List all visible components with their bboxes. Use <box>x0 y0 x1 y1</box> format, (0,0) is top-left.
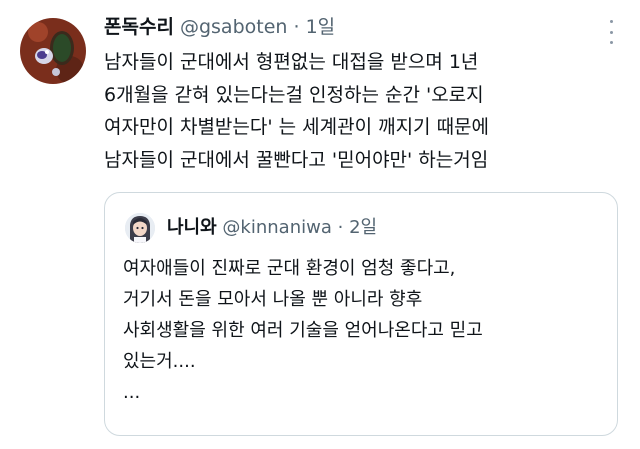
timestamp[interactable]: 1일 <box>306 16 336 38</box>
quoted-user-handle[interactable]: @kinnaniwa <box>222 217 331 238</box>
tweet-header: 폰독수리 @gsaboten · 1일 <box>104 13 580 41</box>
quoted-tweet[interactable]: 나니와 @kinnaniwa · 2일 여자애들이 진짜로 군대 환경이 엄청 … <box>104 192 618 436</box>
separator-dot: · <box>293 16 300 38</box>
tweet[interactable]: 폰독수리 @gsaboten · 1일 남자들이 군대에서 형편없는 대접을 받… <box>0 0 640 449</box>
more-dot-icon <box>609 30 613 34</box>
quoted-display-name[interactable]: 나니와 <box>167 217 217 238</box>
display-name[interactable]: 폰독수리 <box>104 16 174 38</box>
more-dot-icon <box>609 20 613 23</box>
cactus-avatar-icon[interactable] <box>20 18 86 84</box>
quoted-tweet-text: 여자애들이 진짜로 군대 환경이 엄청 좋다고, 거기서 돈을 모아서 나올 뿐… <box>123 258 483 403</box>
quoted-tweet-header: 나니와 @kinnaniwa · 2일 <box>167 213 605 243</box>
user-handle[interactable]: @gsaboten <box>180 16 287 38</box>
anime-avatar-icon[interactable] <box>125 213 155 243</box>
quoted-timestamp[interactable]: 2일 <box>349 217 377 238</box>
more-dot-icon <box>609 41 613 44</box>
separator-dot: · <box>337 217 344 238</box>
more-options-icon[interactable] <box>602 20 620 44</box>
tweet-text: 남자들이 군대에서 형편없는 대접을 받으며 1년 6개월을 갇혀 있는다는걸 … <box>104 51 490 171</box>
